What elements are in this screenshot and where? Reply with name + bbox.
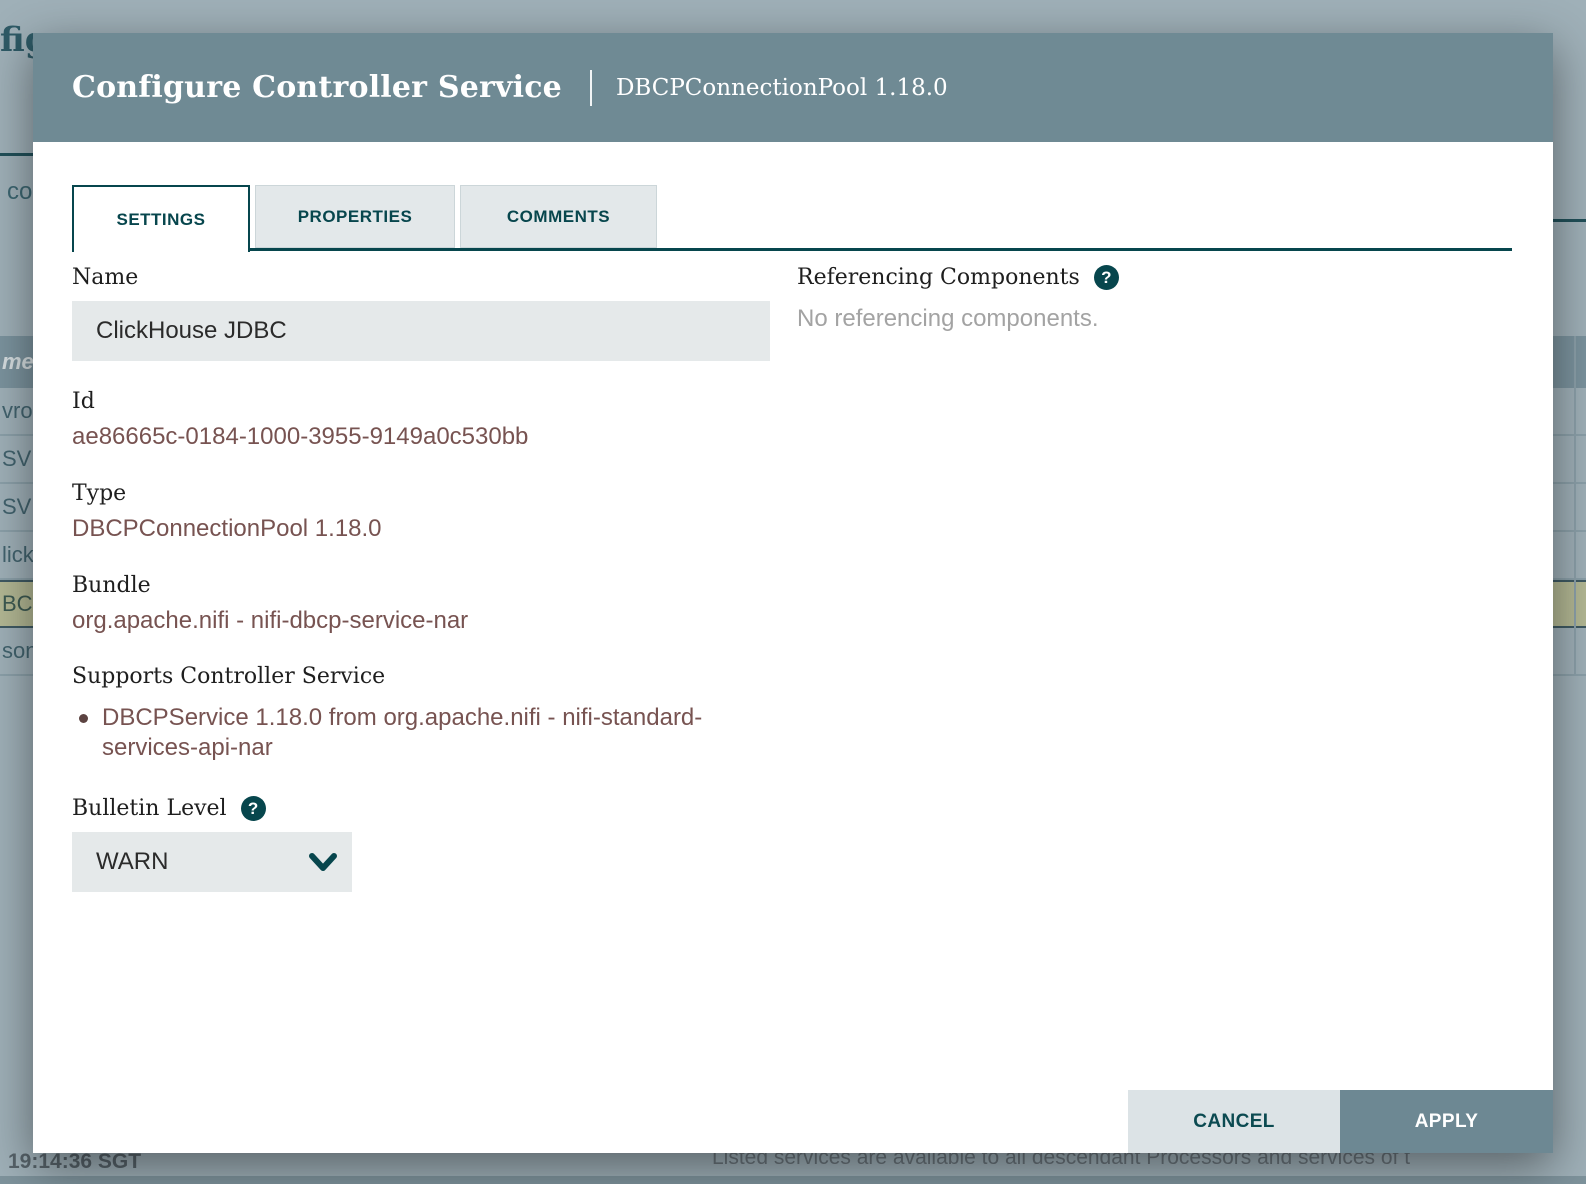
help-icon[interactable]: ? [241,796,266,821]
supported-service-item: DBCPService 1.18.0 from org.apache.nifi … [79,703,751,763]
bulletin-level-value: WARN [96,848,168,876]
background-tab-divider-left [0,153,33,156]
name-input[interactable] [72,301,770,361]
id-value: ae86665c-0184-1000-3955-9149a0c530bb [72,423,528,451]
title-separator [590,70,592,106]
table-row-label: vro [2,398,33,424]
id-label: Id [72,389,95,414]
name-label: Name [72,265,138,290]
supports-controller-service-label: Supports Controller Service [72,664,385,689]
bundle-label: Bundle [72,573,151,598]
cancel-button[interactable]: CANCEL [1128,1090,1340,1153]
bulletin-level-dropdown[interactable]: WARN [72,832,352,892]
tab-settings[interactable]: SETTINGS [72,185,250,252]
no-referencing-components-message: No referencing components. [797,305,1099,333]
background-table-header-label: me [2,349,34,375]
dialog-title: Configure Controller Service [72,70,562,105]
background-tab-divider-right [1553,219,1586,222]
background-tab-label-fragment: co [7,178,32,206]
tab-properties-label: PROPERTIES [298,207,413,227]
background-page-heading-fragment: fig [0,20,33,60]
tab-comments[interactable]: COMMENTS [460,185,657,248]
configure-controller-service-dialog: Configure Controller Service DBCPConnect… [33,33,1553,1153]
clock-timestamp: 19:14:36 SGT [8,1150,141,1174]
supported-service-text: DBCPService 1.18.0 from org.apache.nifi … [102,703,751,763]
bundle-value: org.apache.nifi - nifi-dbcp-service-nar [72,607,468,635]
type-value: DBCPConnectionPool 1.18.0 [72,515,382,543]
footer-strip [0,1176,1586,1184]
dialog-subtitle: DBCPConnectionPool 1.18.0 [616,75,948,101]
chevron-down-icon [308,852,338,881]
type-label: Type [72,481,126,506]
help-icon[interactable]: ? [1094,265,1119,290]
bulletin-level-label: Bulletin Level [72,796,227,821]
referencing-components-label-row: Referencing Components ? [797,265,1119,290]
referencing-components-label: Referencing Components [797,265,1080,290]
tab-bar: SETTINGS PROPERTIES COMMENTS [72,185,662,252]
nifi-screen: fig co me vro SVR SVR lick BCP son 19:14… [0,0,1586,1184]
table-row-label: lick [2,542,34,568]
tab-properties[interactable]: PROPERTIES [255,185,455,248]
tab-settings-label: SETTINGS [116,210,205,230]
tab-comments-label: COMMENTS [507,207,610,227]
dialog-header: Configure Controller Service DBCPConnect… [33,33,1553,142]
dialog-button-bar: CANCEL APPLY [1128,1090,1553,1153]
bulletin-level-label-row: Bulletin Level ? [72,796,266,821]
background-table-column-divider [1574,336,1576,676]
apply-button[interactable]: APPLY [1340,1090,1553,1153]
bullet-icon [79,714,88,723]
